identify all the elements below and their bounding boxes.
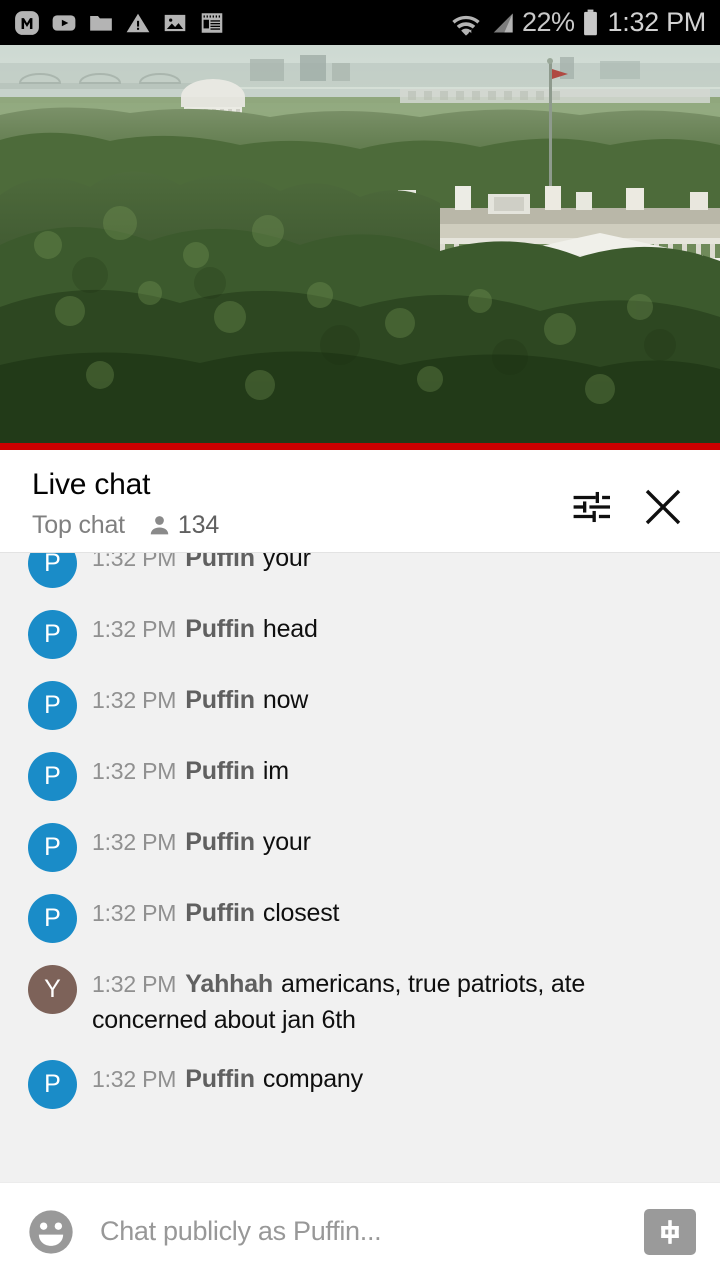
chat-message-body: 1:32 PM Puffin your [92, 821, 311, 861]
avatar[interactable]: P [28, 553, 77, 588]
chat-message-body: 1:32 PM Puffin closest [92, 892, 340, 932]
live-chat-subheader: Top chat 134 [32, 511, 560, 540]
chat-message-row[interactable]: P 1:32 PM Puffin now [0, 669, 720, 740]
chat-message-row[interactable]: P 1:32 PM Puffin closest [0, 882, 720, 953]
video-progress-fill [0, 443, 720, 450]
chat-message-timestamp: 1:32 PM [92, 552, 177, 571]
live-video-player[interactable] [0, 45, 720, 443]
close-icon [645, 489, 681, 525]
chat-message-body: 1:32 PM Puffin head [92, 608, 318, 648]
m-logo-icon [15, 10, 39, 35]
live-chat-header-actions [560, 450, 720, 536]
chat-message-body: 1:32 PM Puffin now [92, 679, 308, 719]
chat-message-author[interactable]: Puffin [185, 615, 255, 643]
chat-message-text: im [262, 757, 289, 785]
chat-message-text: now [262, 686, 309, 714]
live-chat-message-list[interactable]: P 1:32 PM Puffin your P 1:32 PM Puffin head P 1:3… [0, 552, 720, 1182]
chat-message-timestamp: 1:32 PM [92, 758, 177, 784]
notepad-icon [201, 12, 223, 33]
chat-message-timestamp: 1:32 PM [92, 829, 177, 855]
chat-message-row[interactable]: P 1:32 PM Puffin your [0, 811, 720, 882]
chat-message-author[interactable]: Yahhah [185, 970, 273, 998]
chat-message-author[interactable]: Puffin [185, 686, 255, 714]
chat-message-text: your [262, 828, 311, 856]
chat-message-row[interactable]: P 1:32 PM Puffin your [0, 552, 720, 598]
video-frame-white-house [0, 45, 720, 443]
image-icon [164, 14, 186, 31]
chat-message-body: 1:32 PM Yahhah americans, true patriots, a… [92, 963, 700, 1038]
chat-message-input[interactable] [100, 1216, 644, 1247]
chat-message-body: 1:32 PM Puffin im [92, 750, 289, 790]
chat-message-author[interactable]: Puffin [185, 553, 255, 572]
chat-message-body: 1:32 PM Puffin your [92, 552, 311, 577]
chat-mode-label[interactable]: Top chat [32, 511, 125, 540]
page-title: Live chat [32, 468, 151, 501]
dollar-sign-icon [661, 1219, 679, 1244]
chat-message-row[interactable]: P 1:32 PM Puffin head [0, 598, 720, 669]
cell-signal-icon [493, 13, 513, 32]
chat-message-row[interactable]: P 1:32 PM Puffin company [0, 1048, 720, 1119]
chat-settings-button[interactable] [560, 478, 622, 536]
chat-message-author[interactable]: Puffin [185, 757, 255, 785]
chat-message-author[interactable]: Puffin [185, 899, 255, 927]
status-bar-system-icons: 22% 1:32 PM [450, 9, 706, 37]
chat-message-body: 1:32 PM Puffin company [92, 1058, 363, 1098]
battery-icon [583, 9, 597, 35]
chat-message-timestamp: 1:32 PM [92, 616, 177, 642]
emoji-picker-button[interactable] [24, 1205, 78, 1259]
chat-message-row[interactable]: P 1:32 PM Puffin im [0, 740, 720, 811]
chat-settings-sliders-icon [573, 491, 610, 523]
avatar[interactable]: P [28, 610, 77, 659]
battery-percent-label: 22% [522, 7, 575, 37]
chat-message-author[interactable]: Puffin [185, 1065, 255, 1093]
viewer-count-group: 134 [147, 511, 219, 540]
chat-message-row[interactable]: Y 1:32 PM Yahhah americans, true patriots, … [0, 953, 720, 1048]
person-icon [150, 515, 169, 534]
chat-message-text: company [262, 1065, 363, 1093]
video-progress-bar[interactable] [0, 443, 720, 450]
avatar[interactable]: P [28, 894, 77, 943]
chat-message-timestamp: 1:32 PM [92, 900, 177, 926]
chat-message-timestamp: 1:32 PM [92, 971, 177, 997]
youtube-play-icon [52, 14, 76, 31]
avatar[interactable]: Y [28, 965, 77, 1014]
status-bar-notification-icons [14, 10, 225, 36]
chat-message-timestamp: 1:32 PM [92, 687, 177, 713]
live-chat-header-text: Live chat Top chat 134 [0, 450, 560, 540]
emoji-smiley-icon [29, 1209, 73, 1254]
viewer-count-label: 134 [177, 510, 220, 539]
chat-message-text: closest [262, 899, 340, 927]
avatar[interactable]: P [28, 823, 77, 872]
status-bar-clock: 1:32 PM [607, 7, 707, 37]
chat-message-text: head [262, 615, 318, 643]
chat-message-timestamp: 1:32 PM [92, 1066, 177, 1092]
chat-message-text: your [262, 552, 311, 572]
avatar[interactable]: P [28, 1060, 77, 1109]
folder-icon [90, 15, 112, 31]
live-chat-header: Live chat Top chat 134 [0, 450, 720, 552]
live-chat-message-container: P 1:32 PM Puffin your P 1:32 PM Puffin head P 1:3… [0, 552, 720, 1119]
super-chat-button[interactable] [644, 1208, 696, 1255]
wifi-icon [452, 15, 480, 36]
warning-triangle-icon [126, 13, 150, 32]
status-bar: 22% 1:32 PM [0, 0, 720, 45]
chat-input-bar [0, 1182, 720, 1280]
avatar[interactable]: P [28, 752, 77, 801]
avatar[interactable]: P [28, 681, 77, 730]
close-chat-button[interactable] [632, 478, 694, 536]
chat-message-author[interactable]: Puffin [185, 828, 255, 856]
